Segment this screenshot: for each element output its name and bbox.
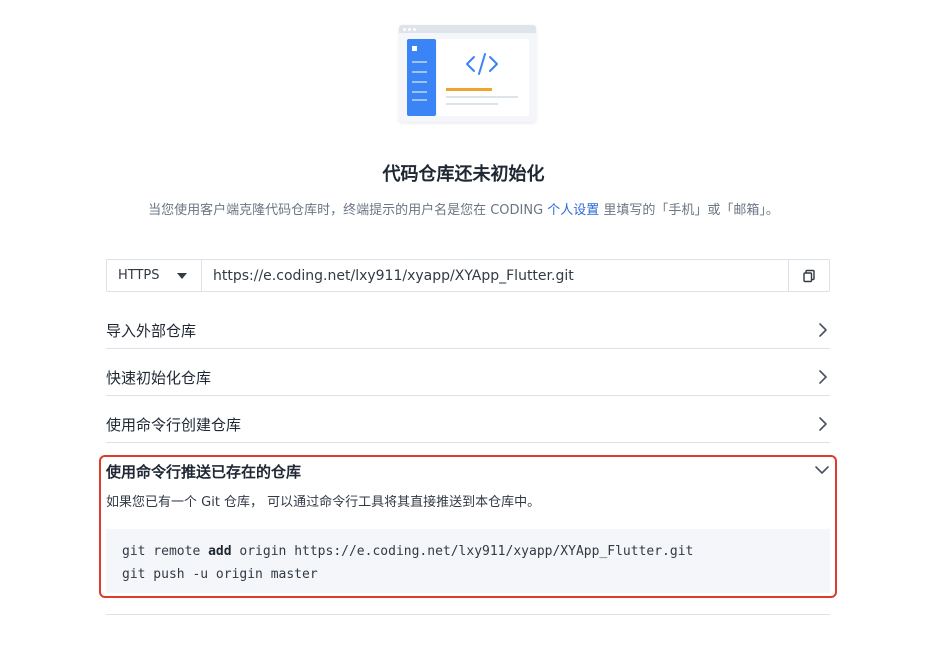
subtitle-text-before: 当您使用客户端克隆代码仓库时，终端提示的用户名是您在 CODING: [148, 203, 548, 218]
illustration-panel: [437, 39, 529, 116]
personal-settings-link[interactable]: 个人设置: [547, 203, 599, 218]
chevron-down-icon[interactable]: [814, 465, 830, 475]
page-title: 代码仓库还未初始化: [382, 164, 545, 185]
copy-button[interactable]: [788, 260, 829, 291]
divider: [106, 614, 830, 615]
code-keyword: add: [208, 544, 232, 559]
code-line-2: git push -u origin master: [122, 567, 318, 582]
chevron-right-icon: [819, 417, 827, 431]
section-label: 快速初始化仓库: [106, 369, 212, 387]
section-cli-push-existing[interactable]: 使用命令行推送已存在的仓库: [106, 461, 301, 482]
page-subtitle: 当您使用客户端克隆代码仓库时，终端提示的用户名是您在 CODING 个人设置 里…: [0, 199, 927, 218]
section-label: 使用命令行创建仓库: [106, 416, 242, 434]
clone-url-bar: HTTPS https://e.coding.net/lxy911/xyapp/…: [106, 259, 830, 292]
code-text: git remote: [122, 544, 209, 559]
section-description: 如果您已有一个 Git 仓库， 可以通过命令行工具将其直接推送到本仓库中。: [106, 495, 541, 510]
chevron-right-icon: [819, 323, 827, 337]
code-text: origin https://e.coding.net/lxy911/xyapp…: [231, 544, 694, 559]
illustration-sidebar: [407, 39, 436, 116]
section-label: 导入外部仓库: [106, 322, 197, 340]
illustration-titlebar: [399, 25, 536, 33]
chevron-right-icon: [819, 370, 827, 384]
protocol-select[interactable]: HTTPS: [107, 260, 202, 291]
section-import-external[interactable]: 导入外部仓库: [106, 320, 830, 349]
section-quick-init[interactable]: 快速初始化仓库: [106, 367, 830, 396]
repo-illustration: [399, 25, 537, 123]
code-icon: [466, 53, 498, 75]
clone-url-field[interactable]: https://e.coding.net/lxy911/xyapp/XYApp_…: [202, 260, 788, 291]
copy-icon: [803, 269, 815, 282]
protocol-label: HTTPS: [118, 268, 160, 283]
subtitle-text-after: 里填写的「手机」或「邮箱」。: [599, 203, 779, 218]
section-cli-create[interactable]: 使用命令行创建仓库: [106, 414, 830, 443]
code-line-1: git remote add origin https://e.coding.n…: [122, 540, 814, 563]
code-block: git remote add origin https://e.coding.n…: [106, 529, 830, 593]
caret-down-icon: [177, 273, 187, 279]
